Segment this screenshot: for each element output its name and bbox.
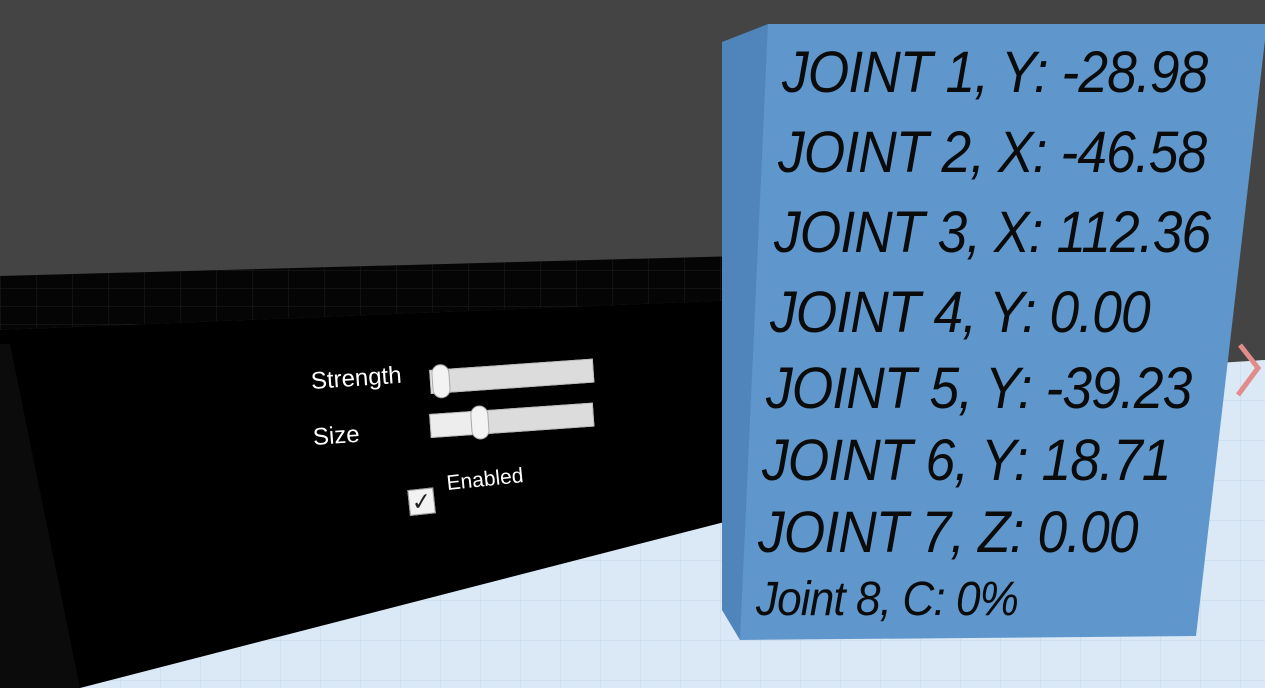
enabled-checkbox[interactable]: ✓ bbox=[407, 486, 436, 517]
checkmark-icon: ✓ bbox=[410, 486, 434, 517]
joint-readout-line: JOINT 3, X: 112.36 bbox=[774, 200, 1211, 265]
joint-readout-line: JOINT 7, Z: 0.00 bbox=[758, 500, 1139, 565]
joint-readout-line: JOINT 5, Y: -39.23 bbox=[766, 356, 1192, 421]
joint-readout-line: JOINT 1, Y: -28.98 bbox=[782, 40, 1208, 105]
joint-readout-line: JOINT 4, Y: 0.00 bbox=[770, 280, 1151, 345]
joint-readout-line: JOINT 2, X: -46.58 bbox=[778, 120, 1207, 185]
joint-readout-line: Joint 8, C: 0% bbox=[756, 573, 1019, 626]
joint-readout-line: JOINT 6, Y: 18.71 bbox=[762, 428, 1171, 493]
size-slider-handle[interactable] bbox=[469, 404, 490, 441]
strength-slider-handle[interactable] bbox=[430, 363, 451, 399]
size-label: Size bbox=[312, 420, 361, 452]
